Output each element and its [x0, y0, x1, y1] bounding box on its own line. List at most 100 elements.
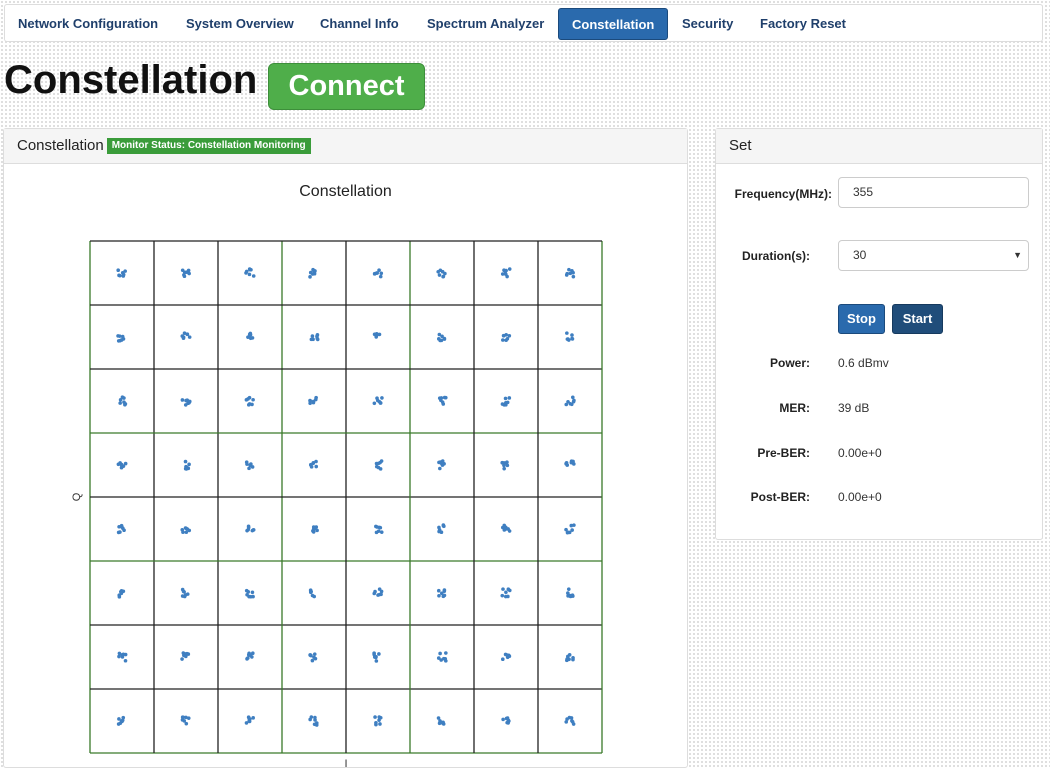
constellation-point [506, 594, 510, 599]
tab-factory-reset[interactable]: Factory Reset [747, 8, 859, 40]
start-button[interactable]: Start [892, 304, 943, 334]
constellation-point [504, 268, 508, 273]
constellation-point [380, 396, 384, 400]
constellation-point [374, 530, 379, 535]
tab-constellation[interactable]: Constellation [558, 8, 669, 40]
constellation-point [437, 525, 441, 530]
constellation-point [566, 587, 571, 591]
duration-value: 30 [853, 248, 867, 262]
constellation-point [186, 268, 191, 273]
constellation-point [309, 337, 314, 342]
constellation-point [246, 656, 250, 660]
pre-ber-value: 0.00e+0 [838, 446, 882, 460]
constellation-point [507, 267, 512, 271]
constellation-point [312, 652, 317, 656]
constellation-point [180, 594, 185, 598]
constellation-point [311, 400, 316, 405]
constellation-point [571, 270, 575, 275]
constellation-point [503, 652, 508, 657]
constellation-point [309, 590, 313, 595]
constellation-point [571, 274, 576, 279]
frequency-input[interactable]: 355 [838, 177, 1029, 208]
constellation-point [308, 275, 312, 279]
tab-network-configuration[interactable]: Network Configuration [5, 8, 171, 40]
duration-select[interactable]: 30 ▼ [838, 240, 1029, 271]
constellation-point [247, 272, 252, 277]
tab-system-overview[interactable]: System Overview [173, 8, 307, 40]
constellation-point [246, 590, 251, 594]
constellation-point [377, 268, 381, 272]
constellation-point [377, 715, 382, 719]
constellation-point [180, 718, 185, 722]
constellation-point [444, 659, 448, 663]
constellation-point [572, 462, 576, 466]
constellation-point [310, 334, 315, 338]
constellation-point [501, 717, 505, 722]
constellation-point [378, 525, 383, 530]
constellation-point [117, 651, 122, 656]
connect-button[interactable]: Connect [268, 63, 425, 110]
constellation-point [308, 401, 312, 406]
constellation-point [564, 402, 569, 407]
post-ber-value: 0.00e+0 [838, 490, 882, 504]
constellation-point [118, 530, 122, 534]
constellation-point [373, 715, 377, 719]
constellation-point [569, 523, 574, 528]
tab-channel-info[interactable]: Channel Info [307, 8, 412, 40]
constellation-point [437, 273, 442, 277]
constellation-point [123, 652, 128, 657]
constellation-point [246, 403, 251, 407]
constellation-point [311, 530, 316, 534]
constellation-point [505, 460, 509, 464]
constellation-point [250, 590, 255, 595]
constellation-point [118, 721, 123, 726]
constellation-point [184, 398, 188, 403]
constellation-point [564, 461, 568, 466]
duration-label: Duration(s): [742, 249, 810, 263]
constellation-point [246, 653, 251, 657]
constellation-point [440, 400, 445, 404]
constellation-point [443, 271, 447, 276]
constellation-point [505, 274, 509, 279]
constellation-point [567, 338, 571, 342]
constellation-point [119, 590, 123, 594]
constellation-point [436, 656, 441, 660]
constellation-point [438, 651, 442, 656]
constellation-point [312, 722, 317, 727]
constellation-point [379, 271, 384, 276]
constellation-point [506, 527, 510, 531]
constellation-point [308, 717, 312, 722]
constellation-point [251, 716, 256, 720]
constellation-point [187, 528, 192, 533]
constellation-point [246, 525, 251, 530]
constellation-chart: QI [71, 240, 603, 769]
constellation-point [123, 461, 128, 466]
page-title: Constellation [4, 58, 258, 102]
constellation-point [570, 528, 574, 532]
constellation-point [244, 269, 249, 274]
constellation-point [118, 401, 122, 405]
constellation-point [500, 272, 505, 276]
constellation-point [376, 465, 381, 470]
constellation-point [565, 657, 569, 661]
y-axis-label: Q [71, 492, 83, 501]
constellation-point [251, 528, 256, 532]
constellation-point [436, 716, 441, 720]
constellation-point [501, 333, 506, 338]
constellation-point [310, 658, 315, 663]
constellation-point [571, 399, 576, 404]
constellation-point [248, 594, 253, 599]
constellation-point [187, 462, 191, 467]
constellation-point [375, 396, 379, 400]
stop-button[interactable]: Stop [838, 304, 885, 334]
set-panel: Set Frequency(MHz): 355 Duration(s): 30 ▼… [715, 128, 1043, 540]
constellation-point [570, 333, 574, 337]
x-axis-label: I [344, 758, 347, 769]
constellation-point [247, 716, 252, 721]
constellation-point [187, 271, 191, 276]
tab-security[interactable]: Security [669, 8, 746, 40]
constellation-point [379, 592, 383, 597]
constellation-point [571, 656, 575, 660]
tab-spectrum-analyzer[interactable]: Spectrum Analyzer [414, 8, 557, 40]
constellation-point [248, 336, 253, 341]
